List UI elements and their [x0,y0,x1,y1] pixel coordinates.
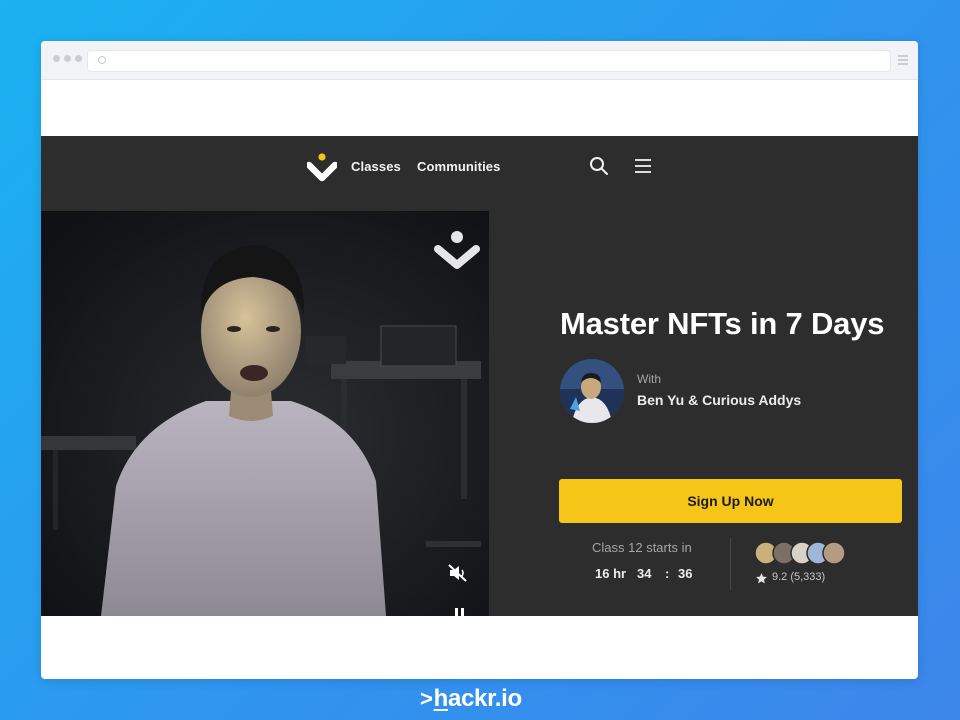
with-label: With [637,372,661,386]
window-dot[interactable] [53,55,60,62]
countdown-seconds: 36 [678,566,693,581]
instructor-photo [560,359,624,423]
brand-name-rest: ackr.io [447,685,522,712]
window-dot[interactable] [75,55,82,62]
star-icon [756,573,767,584]
browser-toolbar [41,41,918,80]
stats-divider [730,538,731,590]
pause-icon[interactable] [454,608,466,616]
countdown-minutes: 34 [637,566,652,581]
address-bar[interactable] [87,50,891,72]
video-frame [41,211,489,616]
hamburger-menu-icon[interactable] [634,157,652,175]
window-dot[interactable] [64,55,71,62]
brand-underlined-letter: h [433,685,449,712]
instructor-names[interactable]: Ben Yu & Curious Addys [637,392,801,408]
student-avatars [754,541,846,565]
mute-icon[interactable] [446,561,470,585]
hackr-brand-logo: >hackr.io [420,685,522,713]
nav-link-classes[interactable]: Classes [351,159,401,174]
rating-score: 9.2 (5,333) [772,571,826,583]
reload-icon[interactable] [98,56,106,64]
video-player[interactable] [41,211,489,616]
nav-link-communities[interactable]: Communities [417,159,500,174]
search-icon[interactable] [589,156,609,176]
brand-logo-icon[interactable] [307,151,337,183]
site-navbar: Classes Communities [41,136,918,208]
browser-window: Classes Communities Master NFTs in 7 Day… [41,41,918,679]
countdown-hours: 16 hr [595,566,627,581]
countdown-separator: : [665,566,670,581]
window-controls [53,55,82,62]
browser-menu-icon[interactable] [898,55,908,67]
brand-prompt: > [420,686,433,711]
instructor-avatar[interactable] [560,359,624,423]
sign-up-button[interactable]: Sign Up Now [559,479,902,523]
course-title: Master NFTs in 7 Days [560,306,885,341]
class-start-label: Class 12 starts in [592,540,692,555]
course-page: Classes Communities Master NFTs in 7 Day… [41,136,918,616]
brand-watermark-icon [434,231,480,269]
